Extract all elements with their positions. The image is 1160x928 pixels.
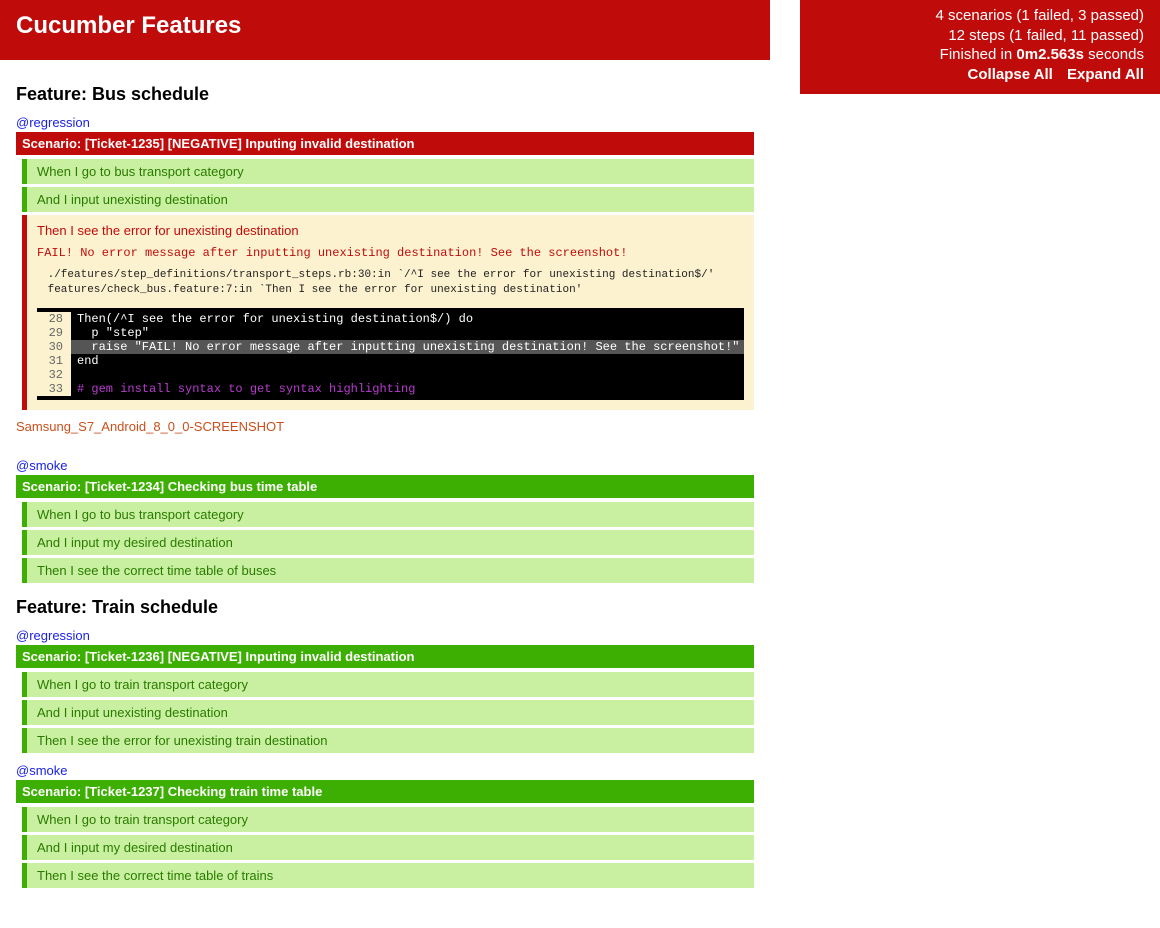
line-number: 29	[37, 326, 71, 340]
summary-links: Collapse All Expand All	[816, 65, 1144, 85]
tag-link[interactable]: @regression	[16, 628, 90, 643]
tag-link[interactable]: @smoke	[16, 458, 68, 473]
line-number: 28	[37, 312, 71, 326]
code-line: 29 p "step"	[37, 326, 744, 340]
scenario-block: @smoke Scenario: [Ticket-1234] Checking b…	[16, 458, 754, 583]
error-message: FAIL! No error message after inputting u…	[37, 246, 744, 260]
expand-all-link[interactable]: Expand All	[1067, 66, 1144, 83]
features-container: Feature: Bus schedule @regression Scenario…	[0, 60, 770, 928]
page-title: Cucumber Features	[16, 12, 754, 40]
step-passed: Then I see the correct time table of bus…	[22, 558, 754, 583]
step-passed: Then I see the error for unexisting trai…	[22, 728, 754, 753]
line-number: 30	[37, 340, 71, 354]
tag-link[interactable]: @smoke	[16, 763, 68, 778]
summary-duration: Finished in 0m2.563s seconds	[816, 45, 1144, 65]
feature-title: Feature: Train schedule	[16, 597, 754, 618]
screenshot-link[interactable]: Samsung_S7_Android_8_0_0-SCREENSHOT	[16, 419, 284, 434]
scenario-header[interactable]: Scenario: [Ticket-1234] Checking bus tim…	[16, 475, 754, 498]
scenario-header[interactable]: Scenario: [Ticket-1236] [NEGATIVE] Input…	[16, 645, 754, 668]
feature-title: Feature: Bus schedule	[16, 84, 754, 105]
step-passed: When I go to train transport category	[22, 672, 754, 697]
step-passed: And I input unexisting destination	[22, 700, 754, 725]
scenario-header[interactable]: Scenario: [Ticket-1237] Checking train t…	[16, 780, 754, 803]
line-number: 33	[37, 382, 71, 396]
summary-box: 4 scenarios (1 failed, 3 passed) 12 step…	[800, 0, 1160, 94]
code-text: end	[71, 354, 744, 368]
scenario-block: @regression Scenario: [Ticket-1236] [NEGA…	[16, 628, 754, 753]
step-passed: And I input my desired destination	[22, 835, 754, 860]
summary-steps: 12 steps (1 failed, 11 passed)	[816, 26, 1144, 46]
step-failed: Then I see the error for unexisting dest…	[22, 215, 754, 410]
step-passed: Then I see the correct time table of tra…	[22, 863, 754, 888]
line-number: 31	[37, 354, 71, 368]
code-line: 33# gem install syntax to get syntax hig…	[37, 382, 744, 396]
scenario-block: @smoke Scenario: [Ticket-1237] Checking t…	[16, 763, 754, 888]
code-text: # gem install syntax to get syntax highl…	[71, 382, 744, 396]
code-snippet: 28Then(/^I see the error for unexisting …	[37, 308, 744, 400]
step-passed: And I input my desired destination	[22, 530, 754, 555]
step-passed: When I go to bus transport category	[22, 502, 754, 527]
scenario-header[interactable]: Scenario: [Ticket-1235] [NEGATIVE] Input…	[16, 132, 754, 155]
code-line: 30 raise "FAIL! No error message after i…	[37, 340, 744, 354]
code-line: 31end	[37, 354, 744, 368]
step-passed: When I go to train transport category	[22, 807, 754, 832]
code-text: raise "FAIL! No error message after inpu…	[71, 340, 744, 354]
code-text	[71, 368, 744, 382]
collapse-all-link[interactable]: Collapse All	[968, 66, 1053, 83]
step-name: Then I see the error for unexisting dest…	[37, 223, 744, 238]
header-bar: Cucumber Features	[0, 0, 770, 60]
step-passed: And I input unexisting destination	[22, 187, 754, 212]
line-number: 32	[37, 368, 71, 382]
scenario-block: @regression Scenario: [Ticket-1235] [NEGA…	[16, 115, 754, 448]
code-line: 28Then(/^I see the error for unexisting …	[37, 312, 744, 326]
tag-link[interactable]: @regression	[16, 115, 90, 130]
code-text: p "step"	[71, 326, 744, 340]
code-text: Then(/^I see the error for unexisting de…	[71, 312, 744, 326]
summary-scenarios: 4 scenarios (1 failed, 3 passed)	[816, 6, 1144, 26]
stack-trace: ./features/step_definitions/transport_st…	[41, 268, 744, 298]
code-line: 32	[37, 368, 744, 382]
step-passed: When I go to bus transport category	[22, 159, 754, 184]
